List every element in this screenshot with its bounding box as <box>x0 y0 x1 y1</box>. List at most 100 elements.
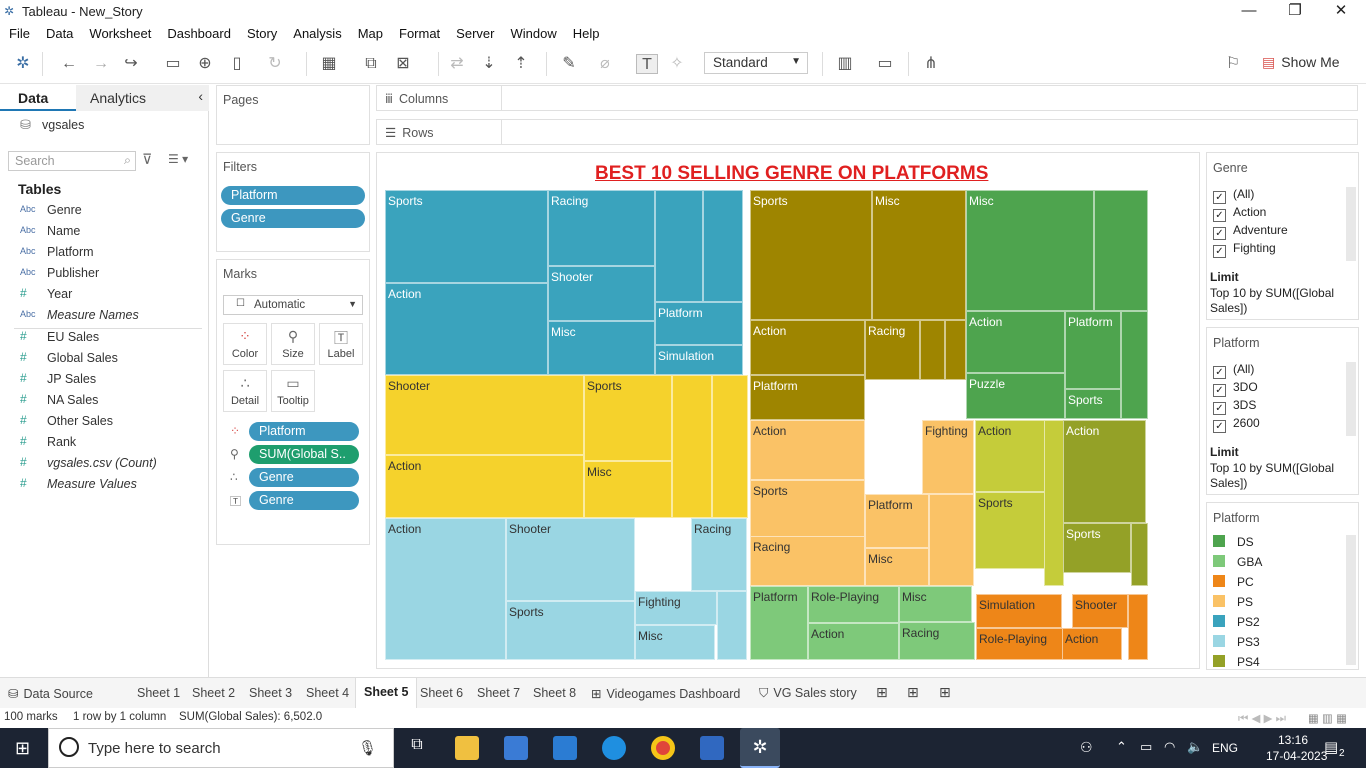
field-item[interactable]: # Measure Values <box>0 476 205 497</box>
search-input[interactable]: Search ⌕ <box>8 151 136 171</box>
show-cards-icon[interactable]: ▥ <box>834 54 856 74</box>
treemap-cell[interactable]: Racing <box>865 320 920 380</box>
field-item[interactable]: # Rank <box>0 434 205 455</box>
new-worksheet-tab-icon[interactable]: ⊞ <box>876 684 888 701</box>
treemap-cell[interactable] <box>703 190 743 302</box>
task-view-icon[interactable]: ⧉ <box>405 736 429 760</box>
legend-scrollbar[interactable] <box>1346 535 1356 665</box>
save-icon[interactable]: ▭ <box>162 54 184 74</box>
treemap-cell[interactable]: Action <box>750 320 865 375</box>
collapse-icon[interactable]: ‹ <box>198 88 203 104</box>
field-item[interactable]: Abc Platform <box>0 244 205 265</box>
treemap-cell[interactable]: Fighting <box>922 420 974 494</box>
tab-data-source[interactable]: ⛁ Data Source <box>8 686 93 701</box>
treemap-cell[interactable] <box>945 320 966 380</box>
windows-start-icon[interactable]: ⊞ <box>15 738 30 759</box>
treemap-cell[interactable]: Simulation <box>976 594 1062 628</box>
pin-icon[interactable]: ✧ <box>666 54 688 74</box>
field-item[interactable]: # EU Sales <box>0 329 205 350</box>
sort-ascending-icon[interactable]: ⇣ <box>478 54 500 74</box>
filter-pill-platform[interactable]: Platform <box>221 186 365 205</box>
tab-analytics[interactable]: Analytics ‹ <box>76 85 209 111</box>
field-item[interactable]: # JP Sales <box>0 371 205 392</box>
treemap-cell[interactable]: Platform <box>865 494 929 548</box>
highlight-icon[interactable]: ✎ <box>558 54 580 74</box>
platform-filter-item[interactable]: ✓ 2600 <box>1213 416 1260 433</box>
chevron-up-icon[interactable]: ⌃ <box>1116 739 1127 755</box>
filter-pill-genre[interactable]: Genre <box>221 209 365 228</box>
treemap-cell[interactable]: Action <box>1063 420 1146 523</box>
menu-worksheet[interactable]: Worksheet <box>80 23 158 41</box>
platform-filter-item[interactable]: ✓ 3DO <box>1213 380 1258 397</box>
treemap-cell[interactable] <box>1131 523 1148 586</box>
duplicate-icon[interactable]: ⧉ <box>360 54 382 74</box>
treemap-cell[interactable]: Puzzle <box>966 373 1065 419</box>
tab-vg-sales-story[interactable]: ⛉ VG Sales story <box>759 686 857 701</box>
menu-story[interactable]: Story <box>238 23 284 41</box>
field-item[interactable]: Abc Genre <box>0 202 205 223</box>
legend-item[interactable]: DS <box>1213 535 1254 549</box>
treemap-cell[interactable]: Misc <box>865 548 929 586</box>
tab-sheet-8[interactable]: Sheet 8 <box>533 686 576 700</box>
treemap-cell[interactable]: Platform <box>655 302 743 345</box>
chrome-icon[interactable] <box>651 736 675 760</box>
field-item[interactable]: # vgsales.csv (Count) <box>0 455 205 476</box>
replay-icon[interactable]: ↪ <box>120 54 142 74</box>
treemap-cell[interactable] <box>1128 594 1148 660</box>
treemap-cell[interactable]: Misc <box>899 586 972 622</box>
treemap-cell[interactable]: Platform <box>750 586 808 660</box>
tab-sheet-1[interactable]: Sheet 1 <box>137 686 180 700</box>
treemap-cell[interactable]: Shooter <box>385 375 584 455</box>
field-item[interactable]: # Year <box>0 286 205 307</box>
treemap-cell[interactable]: Action <box>385 455 584 518</box>
mark-type-select[interactable]: ☐ Automatic ▼ <box>223 295 363 315</box>
treemap-cell[interactable] <box>1044 420 1064 586</box>
treemap-cell[interactable] <box>1094 190 1148 311</box>
taskbar-search-input[interactable]: Type here to search 🎙 <box>48 728 394 768</box>
tab-sheet-5[interactable]: Sheet 5 <box>355 678 418 709</box>
genre-filter-item[interactable]: ✓ Adventure <box>1213 223 1288 240</box>
pages-shelf[interactable]: Pages <box>216 85 370 145</box>
treemap-cell[interactable]: Shooter <box>1072 594 1128 628</box>
tab-sheet-3[interactable]: Sheet 3 <box>249 686 292 700</box>
field-item[interactable]: # Other Sales <box>0 413 205 434</box>
new-story-tab-icon[interactable]: ⊞ <box>939 684 951 701</box>
treemap-cell[interactable]: Action <box>808 623 899 660</box>
treemap-cell[interactable]: Fighting <box>635 591 717 625</box>
viz-title[interactable]: BEST 10 SELLING GENRE ON PLATFORMS <box>595 163 988 185</box>
pause-updates-icon[interactable]: ▯ <box>226 54 248 74</box>
tab-sheet-7[interactable]: Sheet 7 <box>477 686 520 700</box>
tab-sheet-4[interactable]: Sheet 4 <box>306 686 349 700</box>
volume-icon[interactable]: 🔈 <box>1187 739 1203 755</box>
tooltip-button[interactable]: ▭ Tooltip <box>271 370 315 412</box>
treemap-cell[interactable]: Sports <box>750 190 872 320</box>
datasource-name[interactable]: vgsales <box>42 118 84 132</box>
menu-data[interactable]: Data <box>37 23 80 41</box>
treemap-cell[interactable]: Sports <box>506 601 635 660</box>
legend-item[interactable]: PS <box>1213 595 1253 609</box>
treemap-cell[interactable]: Action <box>385 518 506 660</box>
genre-filter-item[interactable]: ✓ Action <box>1213 205 1266 222</box>
network-icon[interactable]: ◠ <box>1164 739 1175 755</box>
store-icon[interactable] <box>504 736 528 760</box>
genre-scrollbar[interactable] <box>1346 187 1356 261</box>
field-item[interactable]: Abc Name <box>0 223 205 244</box>
legend-item[interactable]: PC <box>1213 575 1254 589</box>
clear-sheet-icon[interactable]: ⊠ <box>392 54 414 74</box>
redo-icon[interactable]: → <box>90 54 112 74</box>
legend-item[interactable]: PS4 <box>1213 655 1260 669</box>
treemap-cell[interactable]: Role-Playing <box>976 628 1072 660</box>
show-me-button[interactable]: ▤ Show Me <box>1262 54 1340 71</box>
swap-icon[interactable]: ⇄ <box>446 54 468 74</box>
file-explorer-icon[interactable] <box>455 736 479 760</box>
microphone-icon[interactable]: 🎙 <box>358 739 377 757</box>
view-mode-icons[interactable]: ▦ ▥ ▦ <box>1308 711 1347 725</box>
language-indicator[interactable]: ENG <box>1212 741 1238 755</box>
treemap-cell[interactable] <box>929 494 974 586</box>
menu-help[interactable]: Help <box>564 23 607 41</box>
menu-file[interactable]: File <box>0 23 37 41</box>
treemap-cell[interactable]: Misc <box>548 321 655 375</box>
treemap-cell[interactable]: Racing <box>750 536 865 586</box>
menu-analysis[interactable]: Analysis <box>284 23 348 41</box>
label-button[interactable]: 🅃 Label <box>319 323 363 365</box>
